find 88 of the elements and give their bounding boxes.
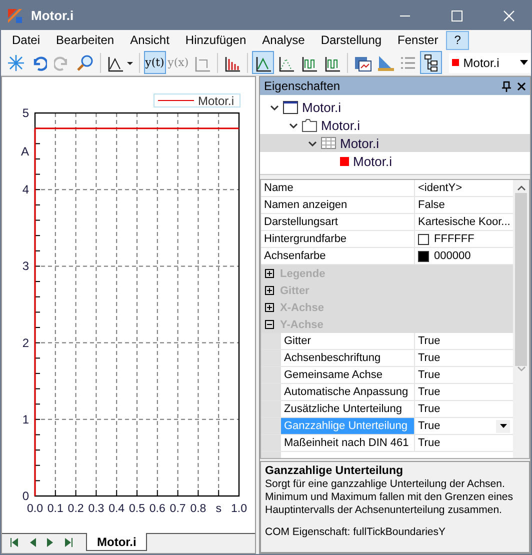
property-value[interactable]: True bbox=[418, 437, 440, 449]
property-value[interactable]: True bbox=[418, 335, 440, 347]
y-tick-label: 1 bbox=[22, 412, 29, 426]
menu-item[interactable]: Analyse bbox=[254, 30, 313, 50]
collapse-icon[interactable] bbox=[265, 320, 274, 329]
legend-label: Motor.i bbox=[198, 94, 234, 108]
description-text: Sorgt für eine ganzzahlige Unterteilung der Achsen. Minimum und Maximum fallen mit den Grenzen eines Hauptintervalls der Achsenunterteilung zusammen. bbox=[265, 478, 514, 517]
y-tick-label: A bbox=[20, 144, 29, 158]
app-logo-icon bbox=[7, 8, 23, 24]
previous-icon bbox=[28, 538, 36, 546]
next-icon bbox=[46, 538, 54, 546]
x-tick-label: 0.8 bbox=[190, 503, 206, 515]
property-name[interactable]: Zusätzliche Unterteilung bbox=[281, 401, 415, 417]
dropdown-button[interactable] bbox=[496, 420, 510, 432]
view-mode-button[interactable]: y(t) bbox=[144, 51, 166, 74]
x-tick-label: 0.1 bbox=[47, 503, 64, 515]
pin-icon[interactable] bbox=[502, 80, 511, 92]
property-name[interactable]: Achsenfarbe bbox=[261, 248, 415, 264]
expand-icon[interactable] bbox=[265, 269, 274, 278]
y-tick-label: 0 bbox=[22, 489, 29, 503]
y-tick-label: 3 bbox=[22, 259, 29, 274]
y-tick-label: 5 bbox=[22, 106, 29, 120]
snowflake-icon bbox=[6, 54, 25, 72]
x-tick-label: 0.0 bbox=[27, 503, 43, 515]
first-icon bbox=[10, 538, 18, 546]
property-value[interactable]: <identY> bbox=[418, 182, 462, 194]
menu-item[interactable]: Hinzufügen bbox=[177, 30, 254, 50]
last-icon bbox=[64, 538, 72, 546]
property-value[interactable]: True bbox=[418, 420, 440, 432]
scroll-up-icon[interactable] bbox=[516, 185, 526, 191]
chart-legend: Motor.i bbox=[154, 94, 240, 108]
channel-dropdown[interactable]: Motor.i bbox=[449, 52, 531, 72]
menu-item[interactable]: Ansicht bbox=[122, 30, 178, 50]
x-tick-label: s bbox=[216, 503, 222, 515]
chevron-down-icon[interactable] bbox=[308, 138, 317, 148]
tree-item[interactable]: Motor.i bbox=[260, 152, 530, 170]
menu-item[interactable]: Darstellung bbox=[312, 30, 390, 50]
property-value[interactable]: True bbox=[418, 369, 440, 381]
toolbar-button[interactable] bbox=[252, 51, 274, 74]
property-value[interactable]: True bbox=[418, 352, 440, 364]
property-name[interactable]: Achsenbeschriftung bbox=[281, 350, 415, 366]
expand-icon[interactable] bbox=[265, 303, 274, 312]
table-icon bbox=[321, 137, 336, 149]
search-icon bbox=[76, 54, 94, 72]
tree-item[interactable]: Motor.i bbox=[260, 98, 530, 116]
dropdown-arrow-icon bbox=[520, 60, 528, 65]
property-value[interactable]: True bbox=[418, 403, 440, 415]
minimize-icon bbox=[399, 14, 411, 16]
tree-view-icon bbox=[423, 54, 440, 72]
property-value[interactable]: True bbox=[418, 386, 440, 398]
maximize-icon bbox=[451, 10, 463, 22]
ruler-icon bbox=[376, 54, 395, 72]
menu-item[interactable]: ? bbox=[446, 30, 469, 50]
panel-title: Eigenschaften bbox=[264, 79, 342, 93]
x-tick-label: 0.7 bbox=[170, 503, 186, 515]
x-tick-label: 0.3 bbox=[88, 503, 104, 515]
x-tick-label: 0.6 bbox=[149, 503, 166, 515]
chevron-down-icon[interactable] bbox=[289, 120, 298, 130]
y-tick-label: 2 bbox=[22, 336, 29, 350]
property-name[interactable]: Automatische Anpassung bbox=[281, 384, 415, 400]
dropdown-arrow-icon bbox=[500, 424, 506, 428]
close-icon[interactable] bbox=[517, 82, 526, 90]
x-tick-label: 0.4 bbox=[108, 503, 125, 515]
com-property-text: COM Eigenschaft: fullTickBoundariesY bbox=[265, 526, 447, 538]
tree-item[interactable]: Motor.i bbox=[260, 116, 530, 134]
close-icon bbox=[503, 10, 515, 22]
x-tick-label: 0.2 bbox=[68, 503, 84, 515]
expand-icon[interactable] bbox=[265, 286, 274, 295]
scrollbar-thumb[interactable] bbox=[515, 192, 527, 366]
property-value[interactable]: Kartesische Koor... bbox=[418, 216, 510, 228]
property-value[interactable]: False bbox=[418, 199, 445, 211]
sheet-tab[interactable]: Motor.i bbox=[86, 533, 148, 551]
window-icon bbox=[283, 100, 298, 114]
redo-icon bbox=[54, 54, 70, 70]
window-title: Motor.i bbox=[31, 8, 75, 23]
menu-item[interactable]: Fenster bbox=[390, 30, 446, 50]
menu-item[interactable]: Bearbeiten bbox=[48, 30, 122, 50]
x-tick-label: 0.5 bbox=[129, 503, 145, 515]
menu-item[interactable]: Datei bbox=[4, 30, 48, 50]
x-tick-label: 1.0 bbox=[231, 503, 247, 515]
chevron-down-icon[interactable] bbox=[270, 102, 279, 112]
property-value[interactable]: 000000 bbox=[434, 250, 471, 262]
folder-icon bbox=[302, 118, 317, 132]
property-value[interactable]: FFFFFF bbox=[434, 233, 474, 245]
y-tick-label: 4 bbox=[22, 182, 29, 197]
toolbar-button[interactable] bbox=[420, 51, 442, 74]
tree-item[interactable]: Motor.i bbox=[260, 134, 530, 152]
description-title: Ganzzahlige Unterteilung bbox=[265, 465, 404, 477]
